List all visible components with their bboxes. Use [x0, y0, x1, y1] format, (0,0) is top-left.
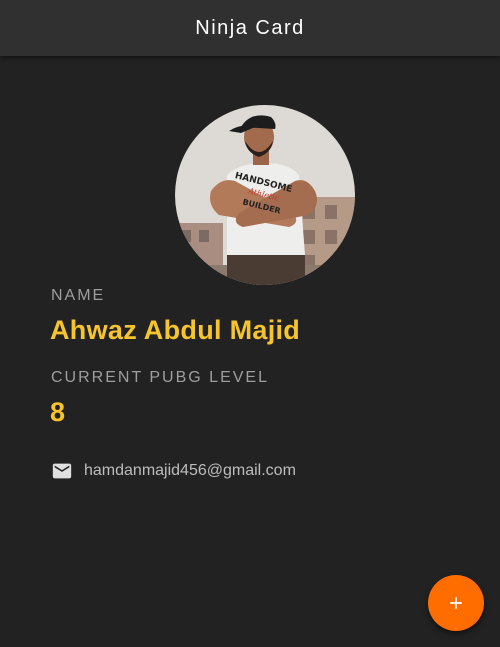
email-row: hamdanmajid456@gmail.com — [51, 460, 296, 482]
profile-photo: HANDSOME Athletic BUILDER — [175, 105, 355, 285]
level-value: 8 — [50, 397, 66, 427]
mail-icon — [51, 460, 73, 482]
name-value: Ahwaz Abdul Majid — [50, 315, 301, 345]
app-title: Ninja Card — [195, 16, 305, 39]
name-label: NAME — [51, 287, 106, 304]
avatar: HANDSOME Athletic BUILDER — [175, 105, 355, 285]
add-icon — [450, 597, 462, 609]
app-bar: Ninja Card — [0, 0, 500, 56]
email-text: hamdanmajid456@gmail.com — [84, 462, 296, 479]
add-button[interactable] — [428, 575, 484, 631]
level-label: CURRENT PUBG LEVEL — [51, 369, 269, 386]
